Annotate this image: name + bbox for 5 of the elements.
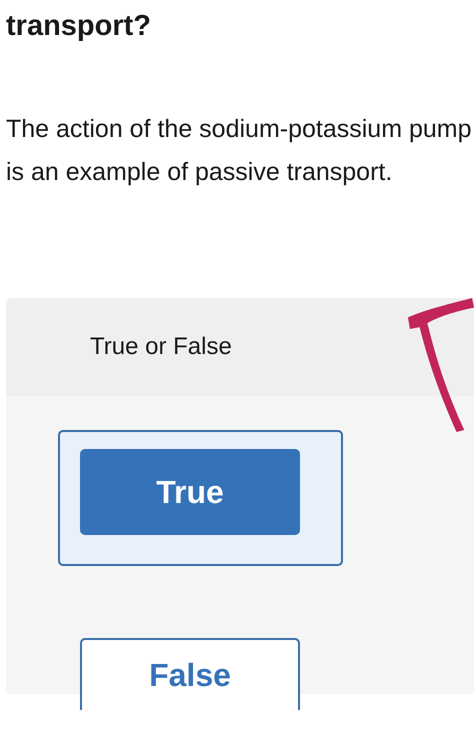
answer-option[interactable]: True [80, 449, 300, 535]
question-type-label: True or False [90, 333, 232, 361]
answer-option[interactable]: False [80, 638, 300, 710]
question-title: transport? [5, 9, 152, 44]
question-text: The action of the sodium-potassium pump is an example of passive transport. [5, 114, 472, 188]
